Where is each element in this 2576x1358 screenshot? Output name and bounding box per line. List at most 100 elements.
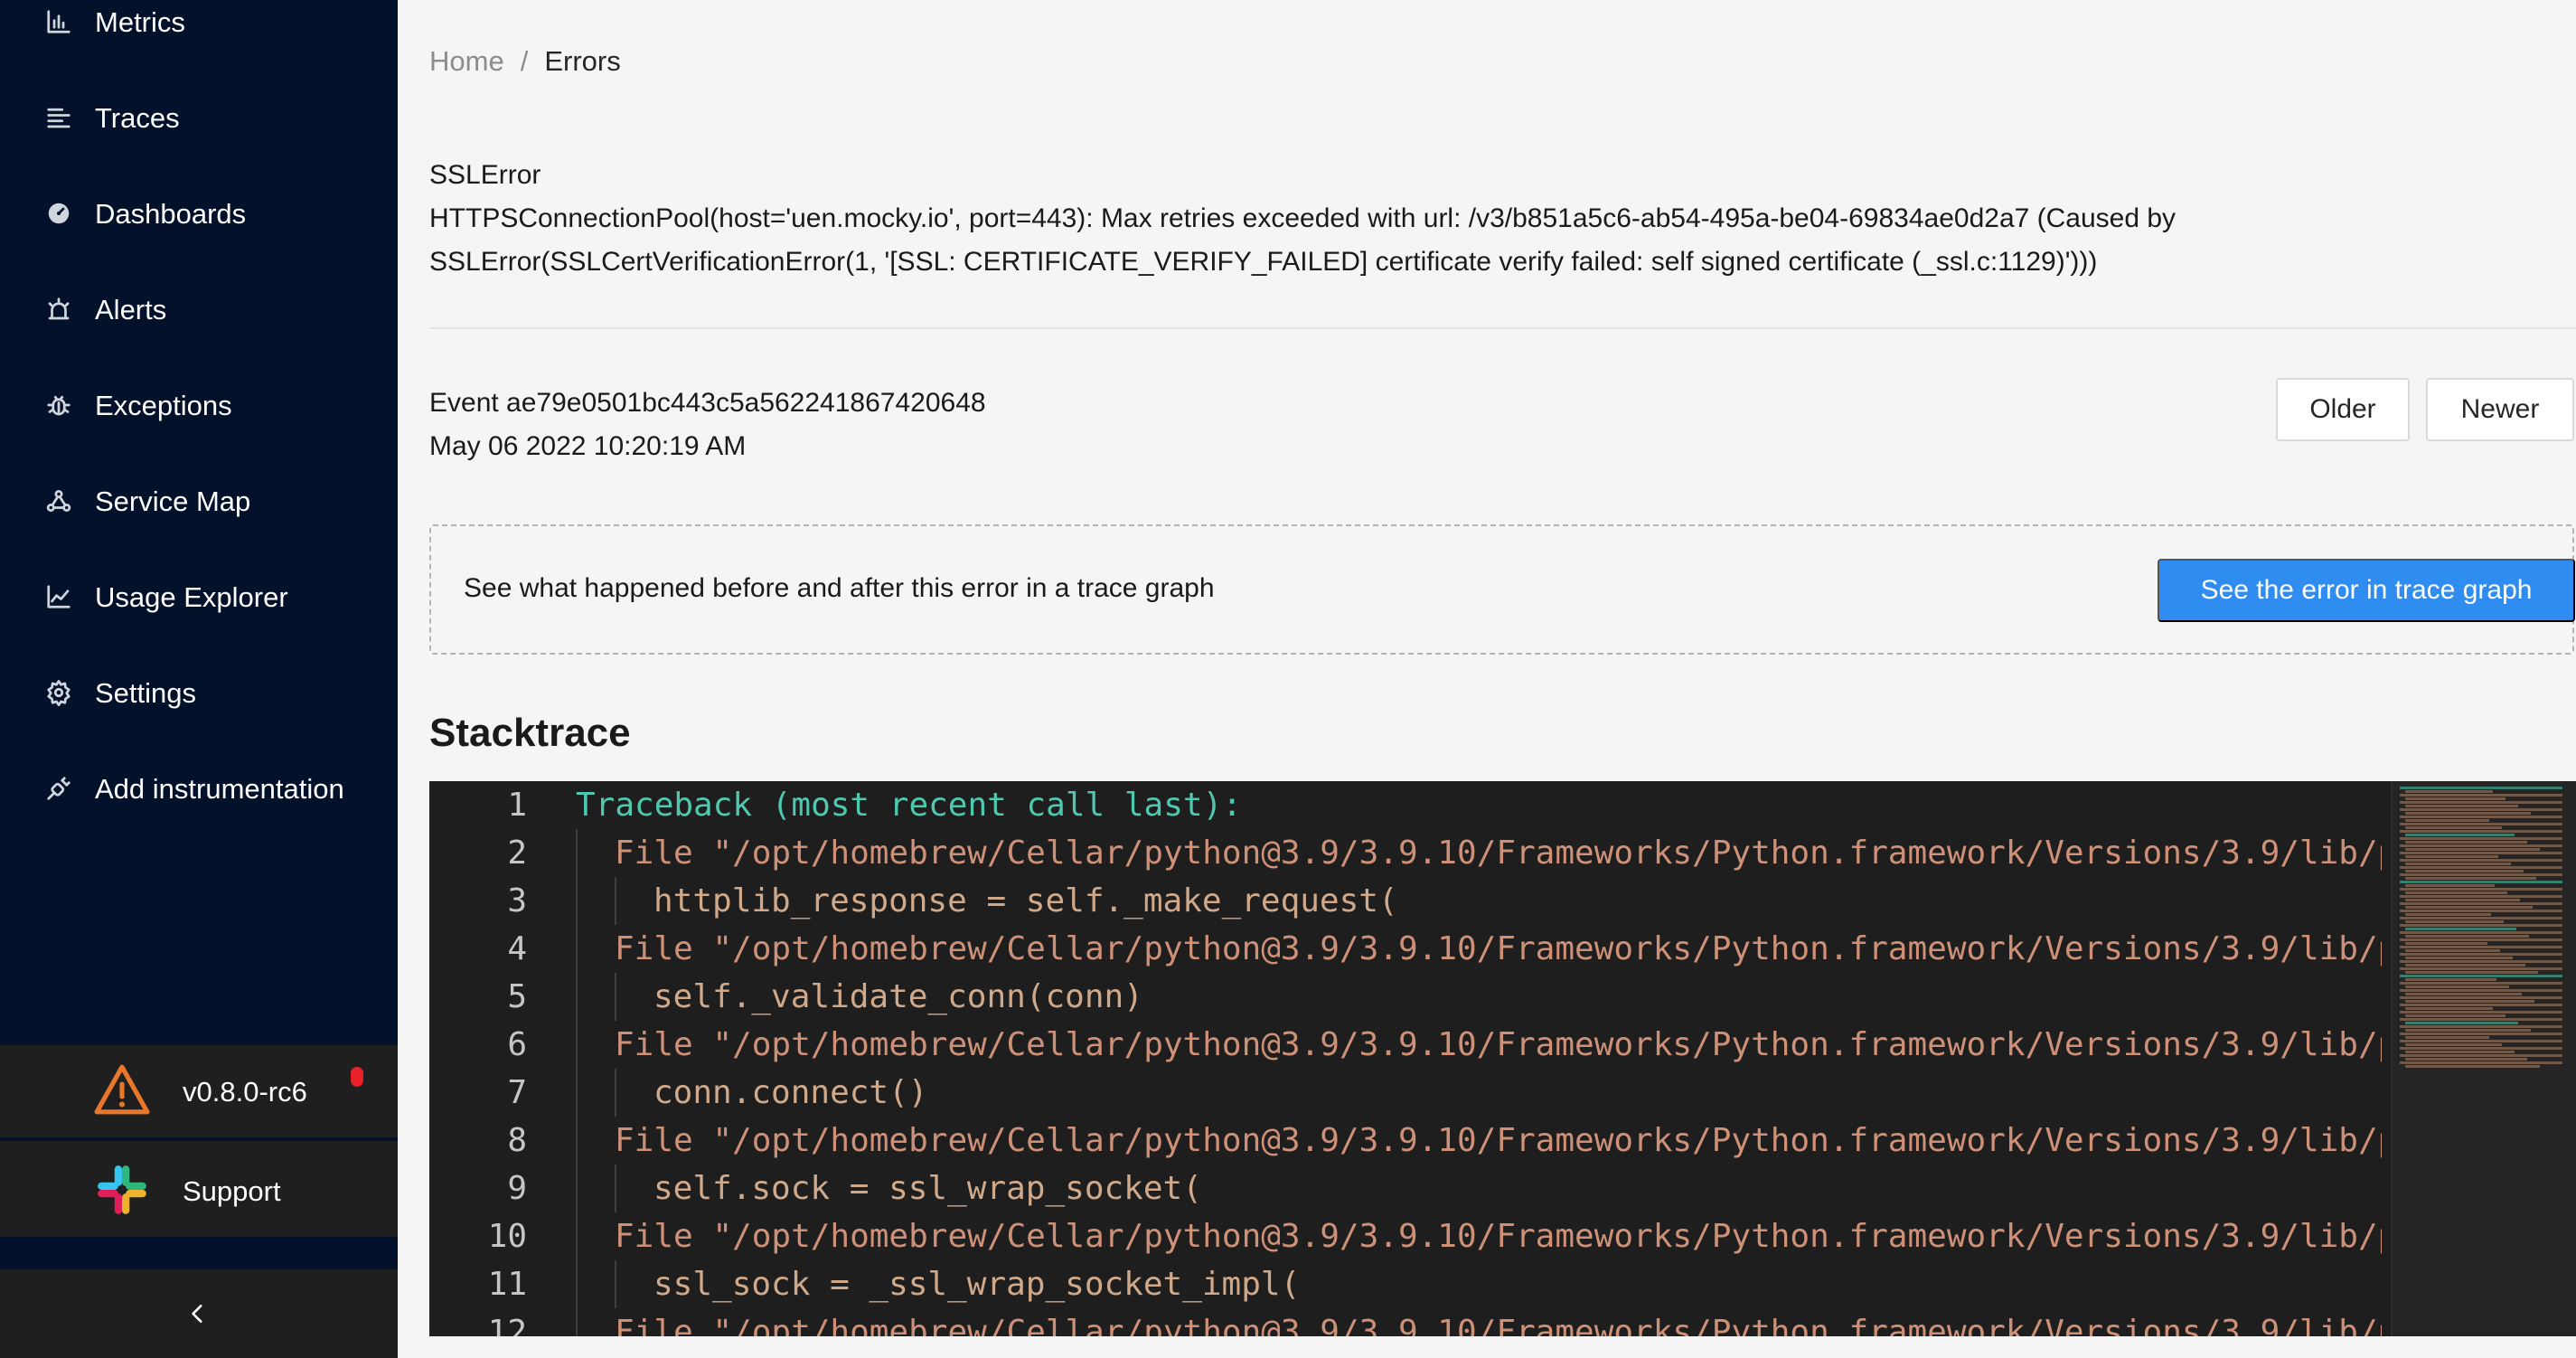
minimap-line [2405, 826, 2502, 829]
minimap-line [2405, 899, 2520, 901]
editor-minimap[interactable] [2391, 781, 2576, 1336]
sidebar-item-label: Traces [95, 101, 180, 134]
code-line: 2 File "/opt/homebrew/Cellar/python@3.9/3… [429, 829, 2382, 877]
breadcrumb-separator: / [520, 45, 529, 77]
minimap-line [2405, 949, 2500, 952]
line-number: 7 [507, 1074, 527, 1111]
minimap-line [2400, 852, 2562, 854]
code-text: httplib_response = self._make_request( [653, 882, 1398, 919]
line-number: 12 [487, 1314, 527, 1336]
minimap-line [2405, 928, 2516, 930]
code-line: 9 self.sock = ssl_wrap_socket( [429, 1165, 2382, 1212]
minimap-line [2400, 888, 2562, 891]
sidebar-item-service-map[interactable]: Service Map [0, 460, 398, 542]
line-number: 2 [507, 835, 527, 872]
older-button[interactable]: Older [2276, 378, 2410, 441]
indent-guide [615, 973, 616, 1021]
minimap-line [2400, 1033, 2562, 1035]
minimap-line [2400, 866, 2562, 869]
bug-icon [43, 390, 74, 420]
minimap-line [2400, 960, 2562, 963]
minimap-line [2405, 1029, 2531, 1032]
sidebar-item-settings[interactable]: Settings [0, 652, 398, 733]
minimap-line [2400, 787, 2562, 789]
minimap-line [2400, 873, 2562, 876]
code-line: 10 File "/opt/homebrew/Cellar/python@3.9/… [429, 1212, 2382, 1260]
code-text: Traceback (most recent call last): [576, 787, 1242, 824]
minimap-line [2405, 935, 2529, 938]
minimap-line [2400, 830, 2562, 833]
minimap-line [2400, 808, 2562, 811]
event-timestamp: May 06 2022 10:20:19 AM [429, 431, 747, 461]
code-text: self._validate_conn(conn) [653, 978, 1143, 1015]
chevron-left-icon [192, 1305, 202, 1323]
line-number: 1 [507, 787, 527, 824]
minimap-line [2405, 891, 2507, 894]
breadcrumb: Home / Errors [429, 45, 621, 78]
version-label: v0.8.0-rc6 [183, 1076, 307, 1108]
minimap-line [2405, 971, 2538, 974]
sidebar-item-metrics[interactable]: Metrics [0, 0, 398, 62]
line-number: 4 [507, 930, 527, 967]
sidebar: Metrics Traces Dashboards Alerts Excepti… [0, 0, 398, 1358]
minimap-line [2405, 841, 2527, 844]
line-number: 8 [507, 1122, 527, 1159]
sidebar-item-label: Settings [95, 676, 197, 709]
dashboard-gauge-icon [43, 198, 74, 229]
minimap-line [2400, 1061, 2562, 1064]
update-badge [351, 1067, 363, 1087]
indent-guide [576, 877, 578, 925]
sidebar-item-traces[interactable]: Traces [0, 77, 398, 158]
sidebar-item-alerts[interactable]: Alerts [0, 269, 398, 350]
minimap-line [2400, 917, 2562, 919]
sidebar-item-usage-explorer[interactable]: Usage Explorer [0, 556, 398, 637]
minimap-line [2400, 1011, 2562, 1014]
code-line: 5 self._validate_conn(conn) [429, 973, 2382, 1021]
code-text: ssl_sock = _ssl_wrap_socket_impl( [653, 1266, 1301, 1303]
sidebar-item-add-instrumentation[interactable]: Add instrumentation [0, 748, 398, 829]
newer-button[interactable]: Newer [2426, 378, 2574, 441]
minimap-line [2400, 967, 2562, 970]
minimap-line [2400, 895, 2562, 898]
support-button[interactable]: Support [0, 1141, 398, 1237]
code-line: 8 File "/opt/homebrew/Cellar/python@3.9/3… [429, 1117, 2382, 1165]
minimap-line [2400, 982, 2562, 985]
code-text: File "/opt/homebrew/Cellar/python@3.9/3.… [615, 1218, 2382, 1255]
indent-guide [576, 1260, 578, 1308]
sidebar-item-exceptions[interactable]: Exceptions [0, 364, 398, 446]
sidebar-collapse-trigger[interactable] [0, 1269, 398, 1358]
stacktrace-editor[interactable]: 1 Traceback (most recent call last): 2 File… [429, 781, 2576, 1336]
code-text: File "/opt/homebrew/Cellar/python@3.9/3.… [615, 1122, 2382, 1159]
minimap-line [2400, 881, 2562, 883]
code-text: self.sock = ssl_wrap_socket( [653, 1170, 1202, 1207]
breadcrumb-current: Errors [544, 45, 621, 77]
minimap-line [2405, 1022, 2518, 1024]
minimap-line [2400, 953, 2562, 956]
line-number: 9 [507, 1170, 527, 1207]
indent-guide [576, 1021, 578, 1069]
breadcrumb-home[interactable]: Home [429, 45, 504, 78]
indent-guide [576, 1117, 578, 1165]
minimap-line [2405, 1007, 2493, 1010]
indent-guide [615, 1069, 616, 1117]
error-message-line: HTTPSConnectionPool(host='uen.mocky.io',… [429, 203, 2176, 233]
minimap-line [2405, 848, 2540, 851]
indent-guide [615, 1260, 616, 1308]
minimap-line [2400, 859, 2562, 862]
code-line: 4 File "/opt/homebrew/Cellar/python@3.9/3… [429, 925, 2382, 973]
minimap-line [2405, 906, 2533, 909]
code-line: 6 File "/opt/homebrew/Cellar/python@3.9/3… [429, 1021, 2382, 1069]
align-left-icon [43, 102, 74, 133]
minimap-line [2405, 920, 2504, 923]
minimap-line [2405, 819, 2489, 822]
minimap-line [2400, 1004, 2562, 1006]
minimap-line [2400, 837, 2562, 840]
code-text: File "/opt/homebrew/Cellar/python@3.9/3.… [615, 930, 2382, 967]
minimap-line [2405, 805, 2518, 807]
sidebar-item-dashboards[interactable]: Dashboards [0, 173, 398, 254]
version-indicator[interactable]: v0.8.0-rc6 [0, 1045, 398, 1137]
minimap-line [2405, 790, 2493, 793]
minimap-line [2405, 993, 2522, 995]
see-error-in-trace-graph-button[interactable]: See the error in trace graph [2158, 559, 2575, 622]
minimap-line [2405, 913, 2491, 916]
